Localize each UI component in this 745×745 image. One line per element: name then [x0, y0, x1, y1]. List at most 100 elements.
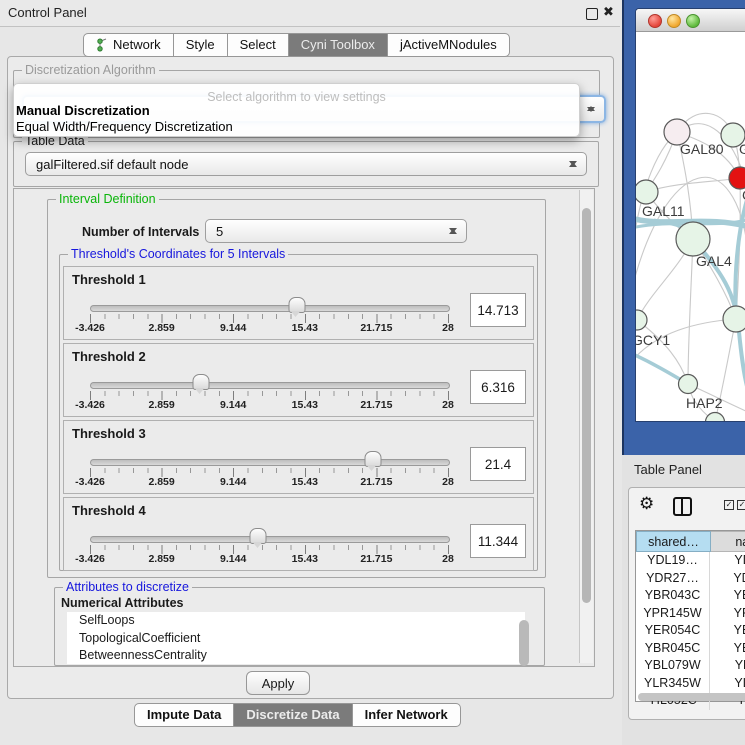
algorithm-dropdown-popup: Select algorithm to view settings Manual…: [13, 83, 580, 137]
numerical-attributes-label: Numerical Attributes: [61, 596, 183, 610]
table-body: YDL19… YDL1 YDR27… YDR2 YBR043C YBR0: [636, 552, 745, 710]
minimize-traffic-light-icon[interactable]: [667, 14, 681, 28]
threshold-row: Threshold 2 -3.426 2.859 9.144 15.43 21.…: [63, 343, 534, 417]
node-table: shared… name YDL19… YDL1 YDR27… YDR2: [635, 530, 745, 702]
bottom-tab-bar: Impute Data Discretize Data Infer Networ…: [135, 703, 461, 727]
node-h[interactable]: [723, 306, 745, 332]
slider-track[interactable]: [90, 305, 450, 312]
network-icon: [96, 38, 108, 52]
node-hap2[interactable]: [679, 375, 698, 394]
node-gal4[interactable]: [676, 222, 710, 256]
attributes-group: Attributes to discretize Numerical Attri…: [54, 587, 545, 666]
table-row[interactable]: YBR045C YBR0: [636, 640, 745, 658]
list-item[interactable]: TopologicalCoefficient: [67, 630, 525, 648]
table-row[interactable]: YBR043C YBR0: [636, 587, 745, 605]
node-red[interactable]: [729, 167, 745, 189]
interval-definition-group: Interval Definition Number of Intervals …: [47, 199, 546, 578]
table-panel-title: Table Panel: [634, 462, 702, 477]
threshold-row: Threshold 3 -3.426 2.859 9.144 15.43 21.…: [63, 420, 534, 494]
slider-thumb[interactable]: [250, 528, 267, 544]
threshold-row: Threshold 4 -3.426 2.859 9.144 15.43 21.…: [63, 497, 534, 571]
split-panel-icon[interactable]: [673, 497, 692, 516]
num-intervals-combo[interactable]: 5: [205, 219, 467, 243]
table-header-row: shared… name: [636, 531, 745, 552]
control-panel-titlebar: Control Panel ✖: [0, 0, 620, 27]
menu-item-manual-discretization[interactable]: Manual Discretization: [16, 103, 150, 118]
tab-discretize-data[interactable]: Discretize Data: [233, 703, 352, 727]
table-data-group: Table Data galFiltered.sif default node: [13, 141, 599, 187]
threshold-value-field[interactable]: 11.344: [470, 524, 526, 558]
column-header-shared-name[interactable]: shared…: [636, 531, 711, 552]
apply-button[interactable]: Apply: [246, 671, 310, 695]
control-panel-title: Control Panel: [8, 5, 87, 20]
threshold-value-field[interactable]: 14.713: [470, 293, 526, 327]
numerical-attributes-list: SelfLoopsTopologicalCoefficientBetweenne…: [67, 612, 525, 664]
threshold-value-field[interactable]: 21.4: [470, 447, 526, 481]
table-row[interactable]: YLR345W YLR3: [636, 675, 745, 693]
threshold-label: Threshold 1: [72, 272, 146, 287]
thresholds-group: Threshold's Coordinates for 5 Intervals …: [59, 254, 538, 571]
slider-scale: -3.426 2.859 9.144 15.43 21.715 28: [90, 399, 448, 411]
scrollbar-thumb[interactable]: [582, 208, 591, 603]
toolbox-tab-bar: Network Style Select Cyni Toolbox jActiv…: [84, 33, 510, 57]
node-bottom-partial[interactable]: [706, 413, 725, 422]
table-row[interactable]: YDR27… YDR2: [636, 570, 745, 588]
node-label: GAL80: [680, 141, 724, 157]
network-canvas[interactable]: GAL80 G C GAL11 GAL4 GCY1 H HAP2: [636, 32, 745, 421]
settings-scrollpane: Interval Definition Number of Intervals …: [13, 188, 595, 667]
threshold-row: Threshold 1 -3.426 2.859 9.144 15.43 21.…: [63, 266, 534, 340]
node-gal11[interactable]: [636, 180, 658, 204]
slider-scale: -3.426 2.859 9.144 15.43 21.715 28: [90, 476, 448, 488]
slider-thumb[interactable]: [192, 374, 209, 390]
node-label: GAL4: [696, 253, 732, 269]
settings-vertical-scrollbar[interactable]: [579, 190, 593, 663]
table-row[interactable]: YBL079W YBL0: [636, 657, 745, 675]
network-window-frame: GAL80 G C GAL11 GAL4 GCY1 H HAP2: [635, 8, 745, 422]
table-row[interactable]: YER054C YER0: [636, 622, 745, 640]
checkbox-checked-icon: ✓: [737, 500, 745, 510]
network-view-window: GAL80 G C GAL11 GAL4 GCY1 H HAP2: [622, 0, 745, 455]
tab-cyni-toolbox[interactable]: Cyni Toolbox: [288, 33, 388, 57]
tab-infer-network[interactable]: Infer Network: [352, 703, 461, 727]
slider-track[interactable]: [90, 459, 450, 466]
node-label: GCY1: [636, 332, 670, 348]
close-icon[interactable]: ✖: [603, 4, 614, 20]
group-title: Interval Definition: [56, 192, 159, 206]
num-intervals-value: 5: [216, 224, 223, 239]
threshold-rows: Threshold 1 -3.426 2.859 9.144 15.43 21.…: [63, 266, 534, 574]
table-row[interactable]: YDL19… YDL1: [636, 552, 745, 570]
table-data-combo-value: galFiltered.sif default node: [36, 157, 188, 172]
tab-style[interactable]: Style: [173, 33, 228, 57]
threshold-label: Threshold 4: [72, 503, 146, 518]
slider-track[interactable]: [90, 536, 450, 543]
threshold-value-field[interactable]: 6.316: [470, 370, 526, 404]
table-panel-region: Table Panel ⚙ ✓ ✓ shared… name YDL19… YD…: [622, 455, 745, 745]
network-graph: GAL80 G C GAL11 GAL4 GCY1 H HAP2: [636, 32, 745, 421]
float-window-icon[interactable]: [586, 8, 598, 20]
slider-scale: -3.426 2.859 9.144 15.43 21.715 28: [90, 322, 448, 334]
tab-impute-data[interactable]: Impute Data: [134, 703, 234, 727]
zoom-traffic-light-icon[interactable]: [686, 14, 700, 28]
slider-track[interactable]: [90, 382, 450, 389]
threshold-label: Threshold 3: [72, 426, 146, 441]
column-visibility-icons[interactable]: ✓ ✓: [724, 500, 745, 510]
close-traffic-light-icon[interactable]: [648, 14, 662, 28]
table-data-combo[interactable]: galFiltered.sif default node: [25, 152, 587, 176]
table-row[interactable]: YPR145W YPR1: [636, 605, 745, 623]
group-title: Attributes to discretize: [63, 580, 192, 594]
slider-thumb[interactable]: [364, 451, 381, 467]
tab-jactivemnodules[interactable]: jActiveMNodules: [387, 33, 510, 57]
tab-select[interactable]: Select: [227, 33, 289, 57]
slider-thumb[interactable]: [288, 297, 305, 313]
group-title: Threshold's Coordinates for 5 Intervals: [68, 247, 288, 261]
table-horizontal-scrollbar[interactable]: [638, 693, 745, 701]
gear-icon[interactable]: ⚙: [639, 494, 654, 514]
tab-network[interactable]: Network: [83, 33, 174, 57]
column-header-name[interactable]: name: [711, 531, 745, 552]
menu-item-equal-width-frequency[interactable]: Equal Width/Frequency Discretization: [16, 119, 233, 134]
list-item[interactable]: BetweennessCentrality: [67, 647, 525, 664]
list-item[interactable]: SelfLoops: [67, 612, 525, 630]
attributes-list-scrollbar[interactable]: [519, 620, 529, 666]
network-window-titlebar[interactable]: [636, 9, 745, 32]
algorithm-hint-text: Select algorithm to view settings: [14, 90, 579, 104]
